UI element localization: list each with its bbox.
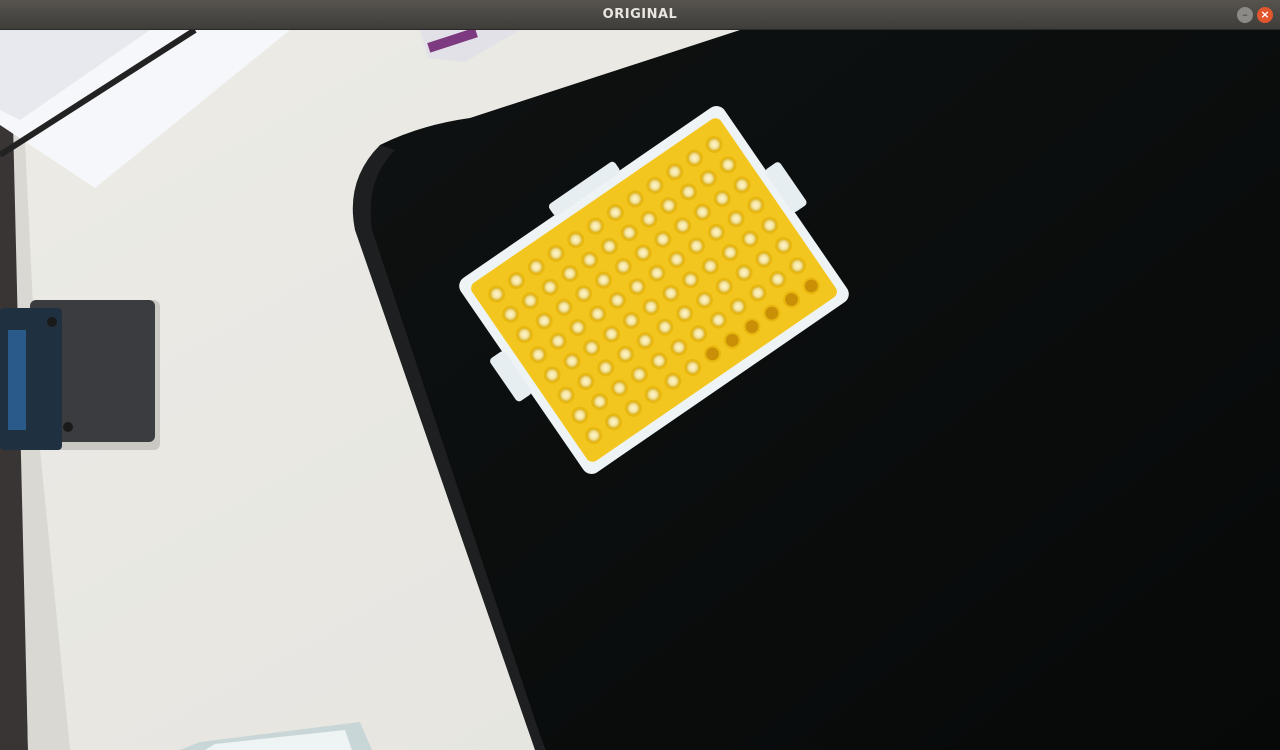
screw <box>47 317 57 327</box>
screw <box>63 422 73 432</box>
camera-image-view <box>0 30 1280 750</box>
close-icon: × <box>1260 8 1270 21</box>
minimize-icon: – <box>1242 8 1248 21</box>
camera-frame <box>0 30 1280 750</box>
app-window: ORIGINAL – × <box>0 0 1280 750</box>
window-title: ORIGINAL <box>602 7 678 22</box>
minimize-button[interactable]: – <box>1237 7 1253 23</box>
device-strip <box>8 330 26 430</box>
title-bar[interactable]: ORIGINAL – × <box>0 0 1280 30</box>
close-button[interactable]: × <box>1257 7 1273 23</box>
